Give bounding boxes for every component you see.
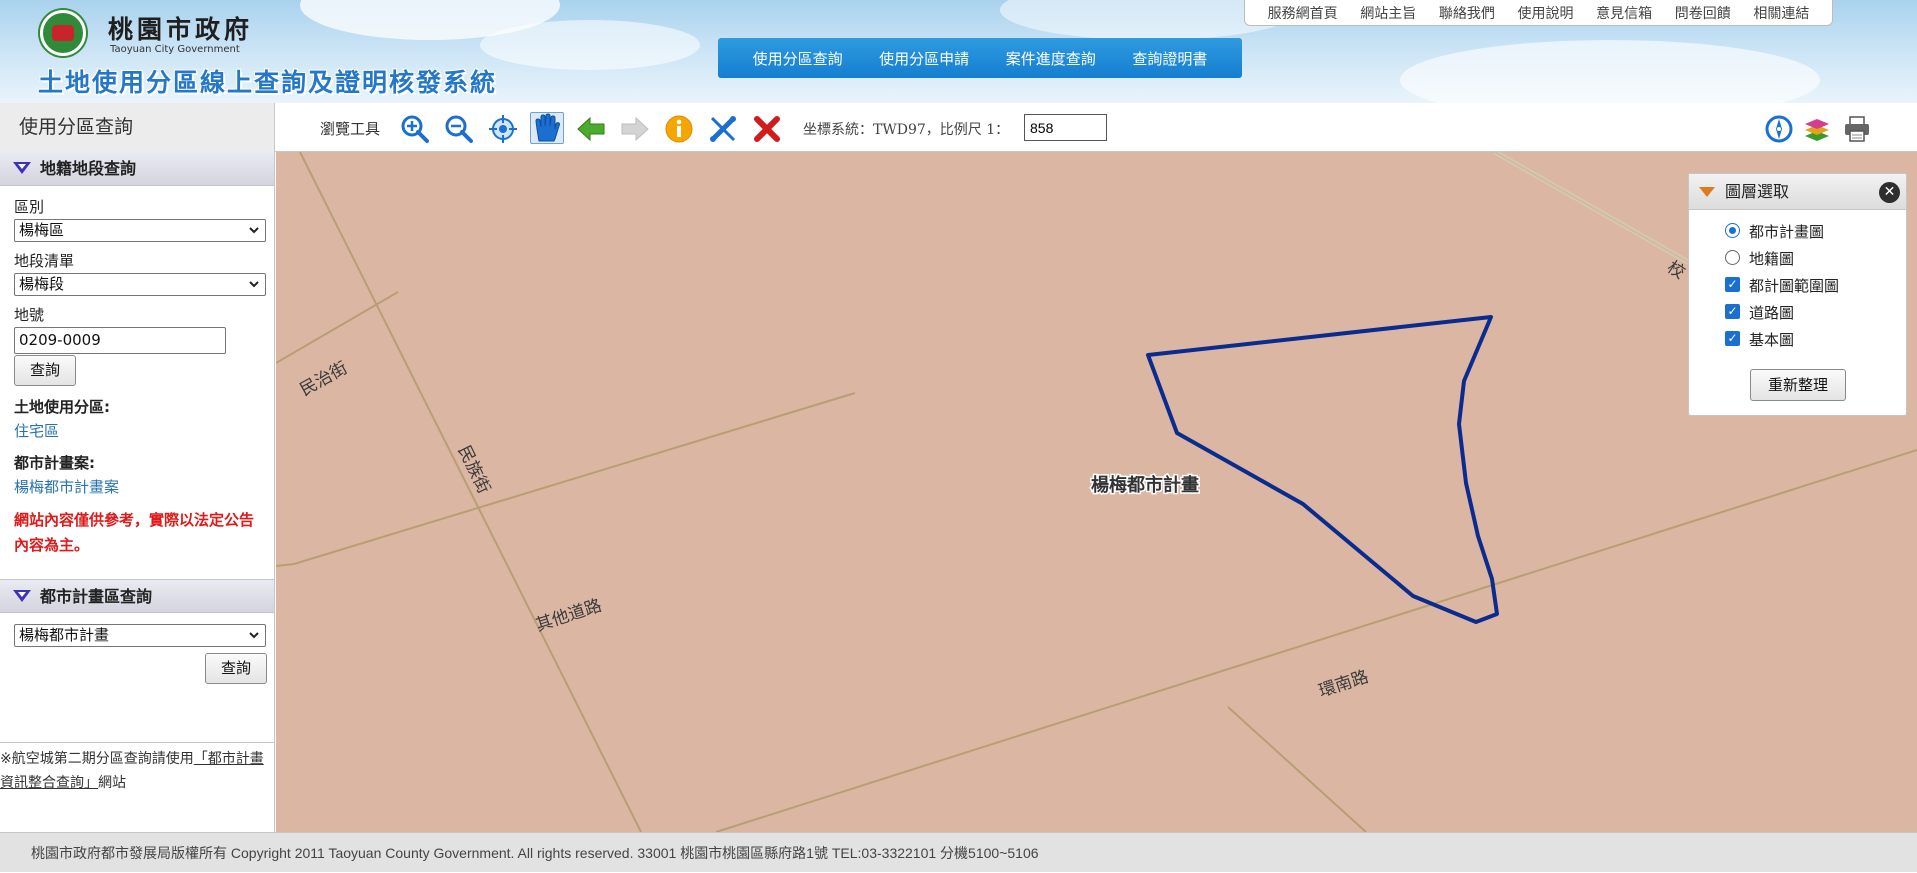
urban-plan-query-button[interactable]: 查詢 [205,653,267,684]
panel-title: 使用分區查詢 [0,103,275,152]
browse-tools-label: 瀏覽工具 [320,120,381,138]
layer-label: 地籍圖 [1749,250,1795,268]
zoning-label: 土地使用分區: [14,398,110,416]
org-name: 桃園市政府 [108,15,254,44]
other-road [276,392,856,567]
checkbox-checked-icon[interactable]: ✓ [1725,331,1740,346]
map-toolbar: 使用分區查詢 瀏覽工具 坐標系統：TWD97，比例尺 1： [0,103,1917,152]
district-label: 區別 [14,198,45,216]
huannan-road [715,449,1917,832]
street-label-minzhi: 民治街 [297,358,351,400]
layer-panel-header: 圖層選取 ✕ [1689,174,1906,210]
radio-selected-icon[interactable] [1725,223,1740,238]
city-seal-logo[interactable] [40,10,86,56]
query-side-panel: 地籍地段查詢 區別 楊梅區 地段清單 楊梅段 地號 0209-0009 查詢 土… [0,152,275,832]
link-site-purpose[interactable]: 網站主旨 [1360,3,1416,23]
chevron-down-icon [248,625,260,652]
compass-icon[interactable] [1762,113,1796,145]
checkbox-checked-icon[interactable]: ✓ [1725,277,1740,292]
previous-extent-icon[interactable] [574,113,608,145]
org-name-en: Taoyuan City Government [110,44,240,55]
header-cloud [480,20,700,70]
zoom-in-icon[interactable] [398,113,432,145]
link-contact-us[interactable]: 聯絡我們 [1439,3,1495,23]
full-extent-icon[interactable] [486,113,520,145]
section-list-select-value: 楊梅段 [19,275,65,293]
pan-hand-icon[interactable] [530,112,564,144]
urban-plan-case-label: 都市計畫案: [14,454,95,472]
refresh-layers-button[interactable]: 重新整理 [1750,369,1846,401]
nav-zoning-query[interactable]: 使用分區查詢 [751,48,845,69]
street-label-other-road: 其他道路 [533,596,604,636]
section-list-select[interactable]: 楊梅段 [14,273,266,296]
system-title: 土地使用分區線上查詢及證明核發系統 [38,68,498,97]
urban-plan-query-title: 都市計畫區查詢 [40,587,153,606]
collapse-triangle-icon [1699,187,1715,197]
lot-number-input[interactable]: 0209-0009 [14,327,226,354]
layer-selection-panel: 圖層選取 ✕ 都市計畫圖 地籍圖 ✓ 都計圖範圍圖 ✓ 道路圖 ✓ 基本圖 重新… [1688,173,1907,416]
collapse-triangle-icon [13,162,31,174]
layer-label: 道路圖 [1749,304,1795,322]
scale-input[interactable] [1024,114,1107,141]
link-user-guide[interactable]: 使用說明 [1518,3,1574,23]
site-header: 桃園市政府 Taoyuan City Government 土地使用分區線上查詢… [0,0,1917,103]
urban-plan-select[interactable]: 楊梅都市計畫 [14,624,266,647]
identify-info-icon[interactable] [662,113,696,145]
map-canvas[interactable]: 民治街 民族街 其他道路 環南路 校 楊梅都市計畫 [276,152,1917,832]
chevron-down-icon [248,220,260,247]
layer-label: 都市計畫圖 [1749,223,1825,241]
minzu-street-road [299,152,642,832]
link-survey[interactable]: 問卷回饋 [1675,3,1731,23]
measure-icon[interactable] [706,113,740,145]
lot-number-label: 地號 [14,306,45,324]
layers-icon[interactable] [1800,113,1834,145]
urban-plan-query-header[interactable]: 都市計畫區查詢 [0,579,274,613]
link-service-home[interactable]: 服務網首頁 [1268,3,1338,23]
checkbox-checked-icon[interactable]: ✓ [1725,304,1740,319]
zoom-out-icon[interactable] [442,113,476,145]
link-related-links[interactable]: 相關連結 [1753,3,1809,23]
cadastral-query-header[interactable]: 地籍地段查詢 [0,152,274,186]
nav-case-progress[interactable]: 案件進度查詢 [1004,48,1098,69]
disclaimer-text: 網站內容僅供參考，實際以法定公告內容為主。 [14,511,255,554]
main-nav: 使用分區查詢 使用分區申請 案件進度查詢 查詢證明書 [718,38,1242,78]
close-icon[interactable]: ✕ [1879,182,1900,203]
layer-label: 都計圖範圍圖 [1749,277,1840,295]
nav-certificate-query[interactable]: 查詢證明書 [1130,48,1209,69]
district-select[interactable]: 楊梅區 [14,219,266,242]
clear-icon[interactable] [750,113,784,145]
minzhi-street-road [276,291,399,364]
layer-label: 基本圖 [1749,331,1795,349]
cadastral-query-title: 地籍地段查詢 [40,159,137,178]
layer-panel-title: 圖層選取 [1725,182,1790,201]
next-extent-icon[interactable] [618,113,652,145]
aerotropolis-note-prefix: ※航空城第二期分區查詢請使用 [0,751,194,767]
plan-area-label: 楊梅都市計畫 [1091,474,1199,496]
selected-parcel-outline [1146,315,1499,624]
urban-plan-select-value: 楊梅都市計畫 [19,626,110,644]
chevron-down-icon [248,274,260,301]
header-cloud [1400,40,1820,103]
aerotropolis-note: ※航空城第二期分區查詢請使用「都市計畫資訊整合查詢」網站 [0,742,274,832]
street-label-huannan: 環南路 [1316,667,1371,702]
top-utility-links: 服務網首頁 網站主旨 聯絡我們 使用說明 意見信箱 問卷回饋 相關連結 [1244,0,1833,26]
collapse-triangle-icon [13,590,31,602]
radio-unselected-icon[interactable] [1725,250,1740,265]
print-icon[interactable] [1840,113,1874,145]
district-select-value: 楊梅區 [19,221,65,239]
cadastral-query-button[interactable]: 查詢 [14,355,76,386]
coordinate-system-label: 坐標系統：TWD97，比例尺 1： [803,122,1010,138]
aerotropolis-note-suffix: 網站 [98,775,126,791]
link-feedback-mailbox[interactable]: 意見信箱 [1596,3,1652,23]
zoning-value: 住宅區 [14,422,60,440]
nav-zoning-application[interactable]: 使用分區申請 [877,48,971,69]
side-road [1227,706,1367,832]
site-footer: 桃園市政府都市發展局版權所有 Copyright 2011 Taoyuan Co… [0,832,1917,872]
map-drawing: 民治街 民族街 其他道路 環南路 校 楊梅都市計畫 [276,152,1917,832]
section-list-label: 地段清單 [14,252,75,270]
urban-plan-case-value: 楊梅都市計畫案 [14,478,120,496]
